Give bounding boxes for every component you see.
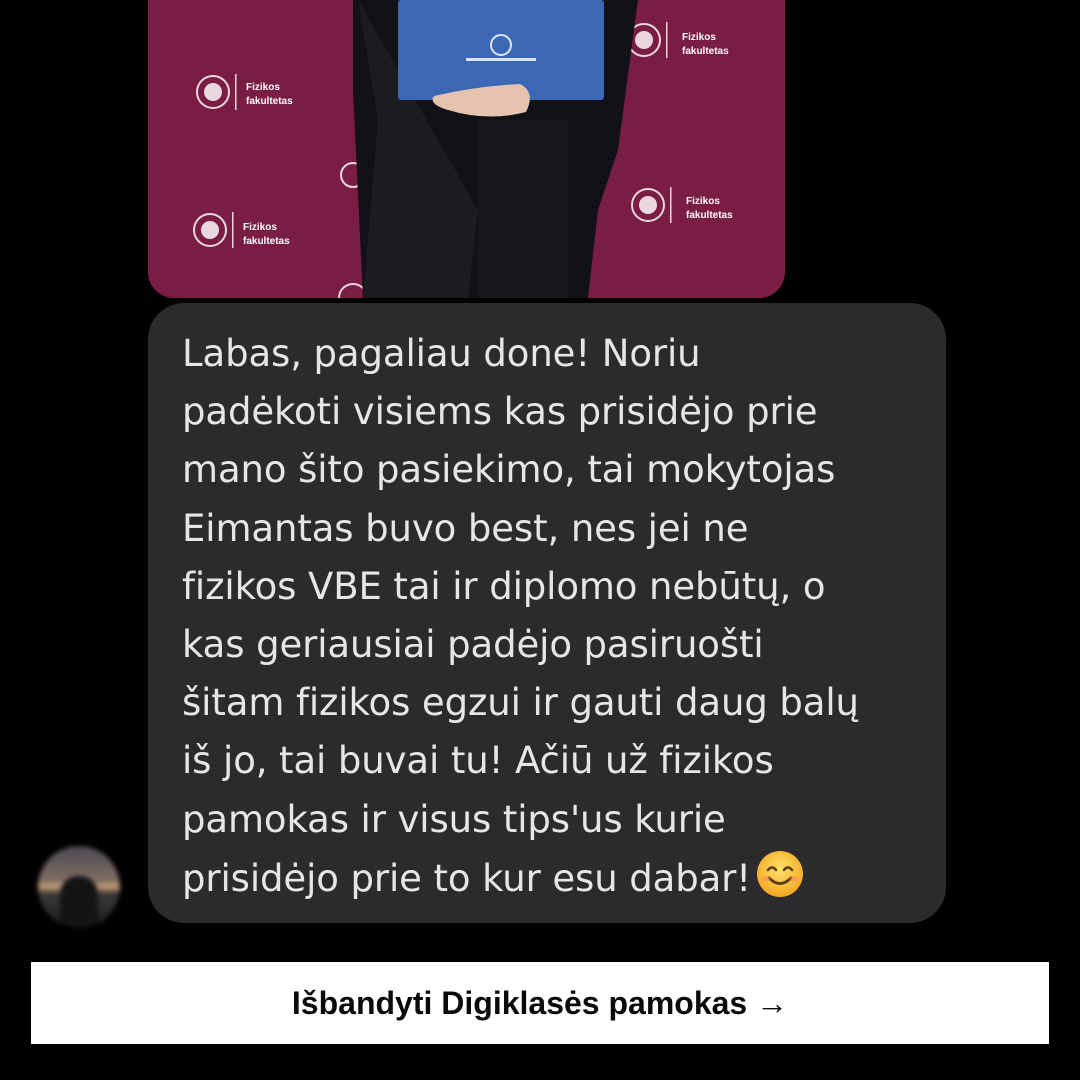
avatar[interactable]: [38, 846, 120, 928]
try-lessons-button[interactable]: Išbandyti Digiklasės pamokas →: [31, 962, 1049, 1044]
smiling-face-icon: [757, 850, 803, 897]
photo-attachment[interactable]: Fizikos fakultetas Fizikos fakultetas Fi…: [148, 0, 785, 298]
message-line: padėkoti visiems kas prisidėjo prie: [182, 390, 818, 434]
message-line-last: prisidėjo prie to kur esu dabar!: [182, 849, 906, 908]
message-line: mano šito pasiekimo, tai mokytojas: [182, 448, 836, 492]
svg-text:Fizikos: Fizikos: [246, 82, 280, 93]
svg-text:fakultetas: fakultetas: [243, 236, 290, 247]
message-line: Eimantas buvo best, nes jei ne: [182, 506, 749, 550]
try-lessons-label: Išbandyti Digiklasės pamokas →: [291, 984, 789, 1021]
graduation-photo: Fizikos fakultetas Fizikos fakultetas Fi…: [148, 0, 785, 298]
message-line: iš jo, tai buvai tu! Ačiū už fizikos: [182, 739, 774, 783]
message-line: kas geriausiai padėjo pasiruošti: [182, 623, 764, 667]
message-line: fizikos VBE tai ir diplomo nebūtų, o: [182, 564, 826, 608]
message-line: šitam fizikos egzui ir gauti daug balų: [182, 681, 859, 725]
avatar-silhouette: [60, 876, 98, 928]
svg-text:fakultetas: fakultetas: [682, 46, 729, 57]
svg-text:fakultetas: fakultetas: [246, 96, 293, 107]
message-line: pamokas ir visus tips'us kurie: [182, 797, 726, 841]
message-bubble: Labas, pagaliau done! Noriu padėkoti vis…: [148, 303, 946, 923]
message-line: Labas, pagaliau done! Noriu: [182, 332, 701, 375]
svg-text:fakultetas: fakultetas: [686, 210, 733, 221]
svg-text:Fizikos: Fizikos: [686, 196, 720, 207]
svg-text:Fizikos: Fizikos: [243, 222, 277, 233]
svg-text:Fizikos: Fizikos: [682, 32, 716, 43]
